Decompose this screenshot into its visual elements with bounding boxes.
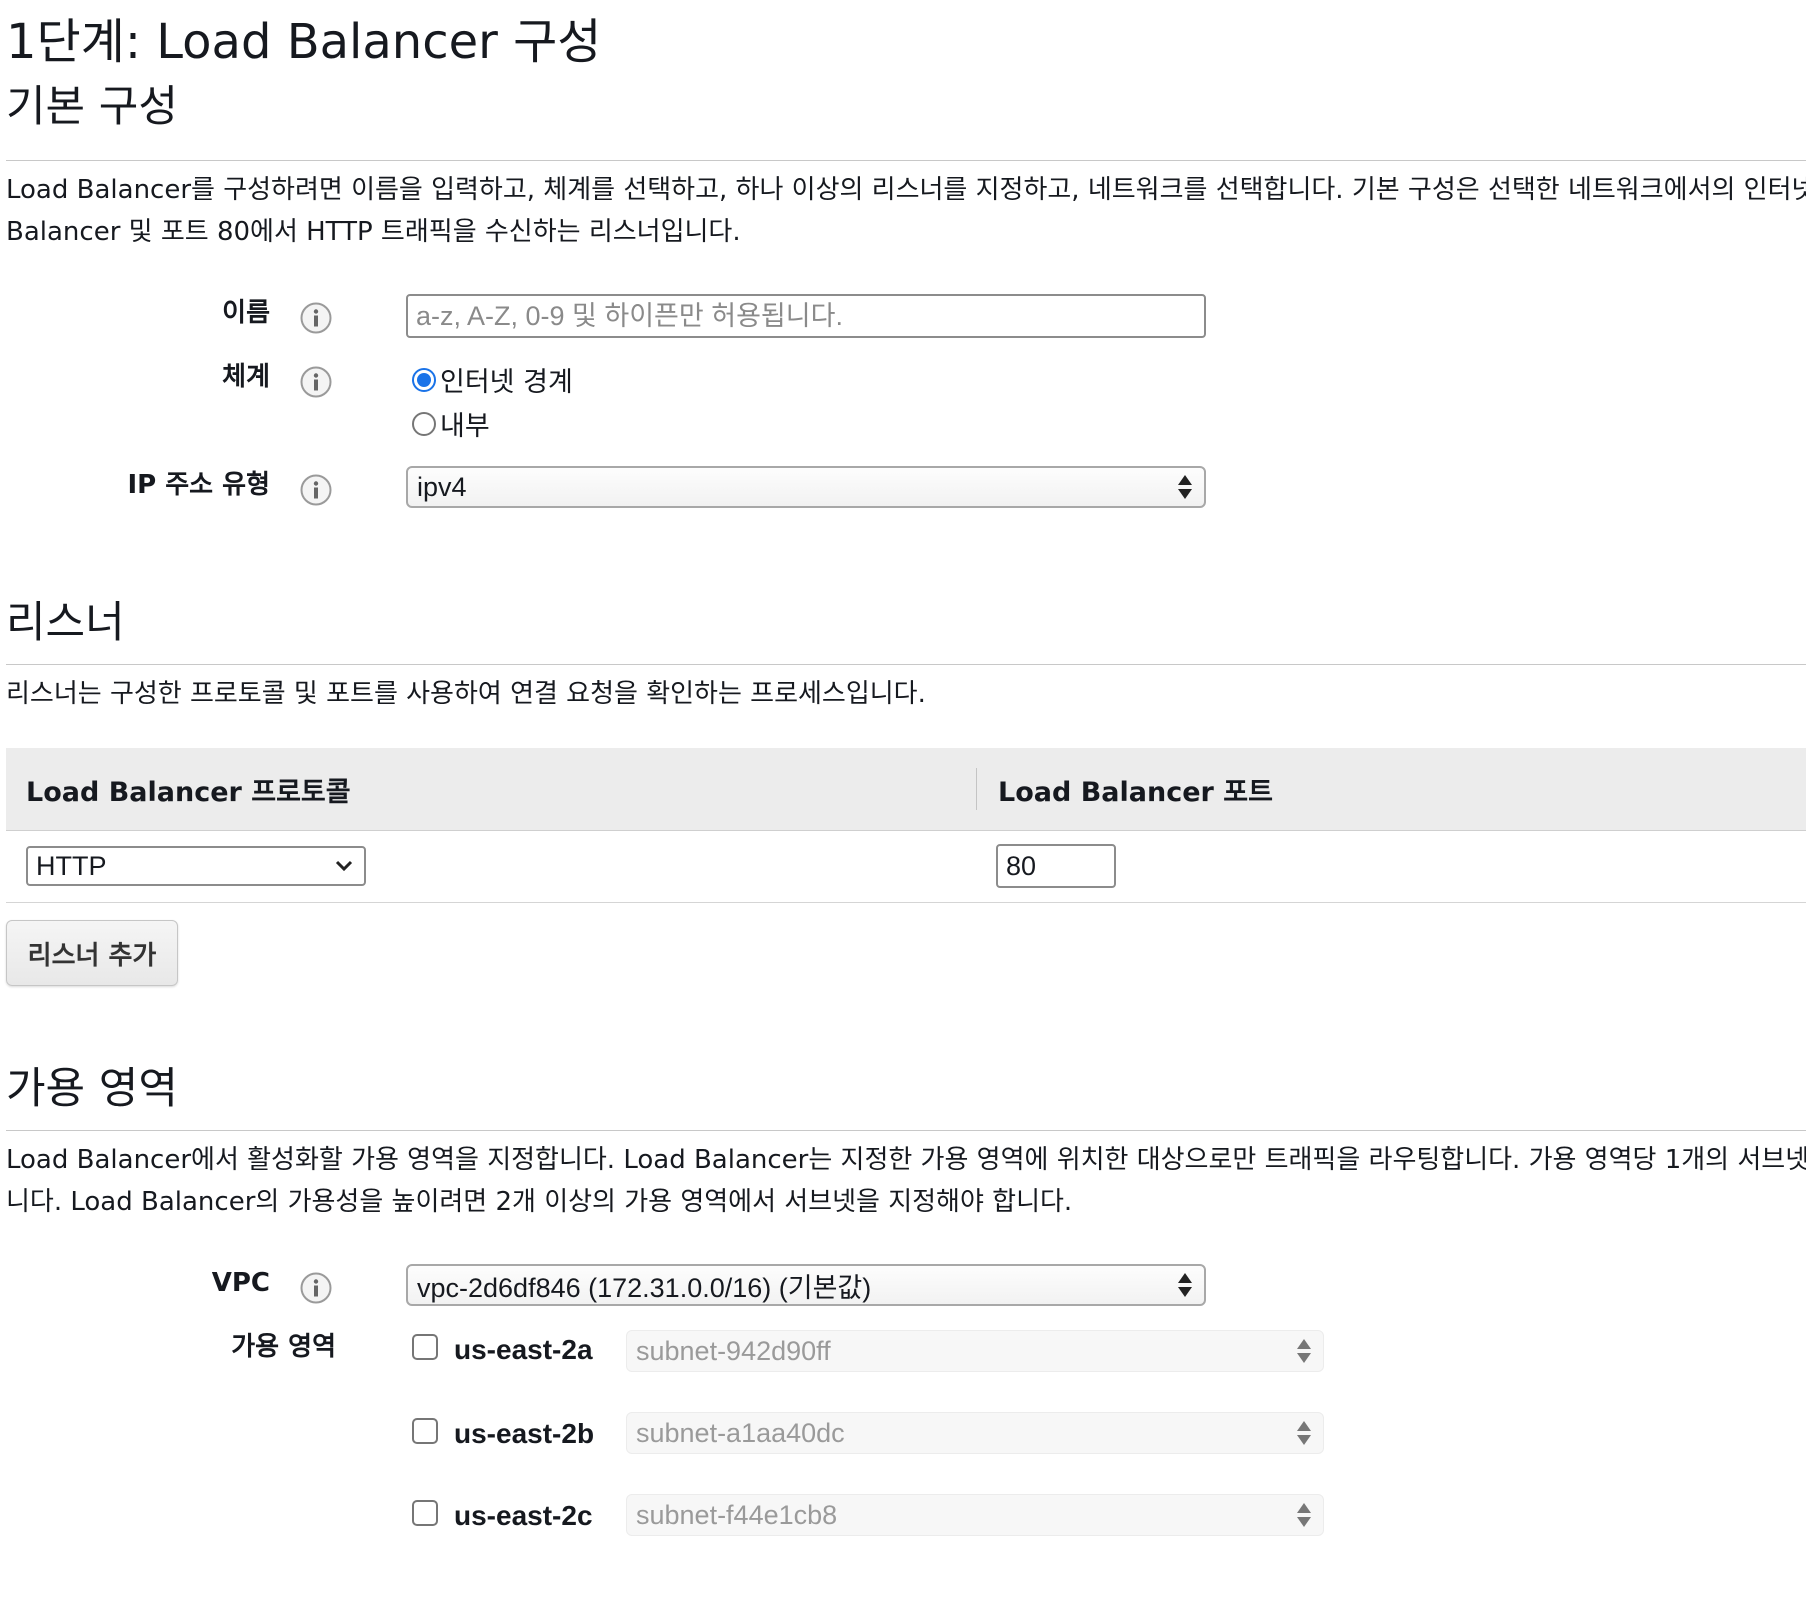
ip-address-type-value: ipv4 [417,471,467,502]
column-divider [976,768,977,810]
column-header-port: Load Balancer 포트 [998,776,1273,808]
divider [6,664,1806,665]
zone-checkbox-us-east-2b[interactable] [412,1418,438,1444]
protocol-select[interactable]: HTTP [26,846,366,886]
availability-zones-label: 가용 영역 [231,1332,336,1362]
scheme-option-label: 내부 [440,411,490,442]
zone-checkbox-us-east-2c[interactable] [412,1500,438,1526]
updown-arrows-icon [1297,1421,1311,1445]
subnet-select-us-east-2c[interactable]: subnet-f44e1cb8 [626,1494,1324,1536]
vpc-select[interactable]: vpc-2d6df846 (172.31.0.0/16) (기본값) [406,1264,1206,1306]
radio-button[interactable] [412,411,436,436]
basic-description-line1: Load Balancer를 구성하려면 이름을 입력하고, 체계를 선택하고,… [6,175,1806,205]
ip-address-type-select[interactable]: ipv4 [406,466,1206,508]
page-title: 1단계: Load Balancer 구성 [6,14,602,70]
ip-address-type-label: IP 주소 유형 [127,470,270,500]
zone-label: us-east-2c [454,1500,593,1531]
subnet-value: subnet-942d90ff [636,1335,831,1366]
name-label: 이름 [222,298,270,328]
zone-label: us-east-2b [454,1418,595,1449]
info-icon[interactable] [300,474,332,506]
vpc-value: vpc-2d6df846 (172.31.0.0/16) (기본값) [417,1272,872,1303]
zone-label: us-east-2a [454,1334,593,1365]
updown-arrows-icon [1297,1339,1311,1363]
subnet-select-us-east-2b[interactable]: subnet-a1aa40dc [626,1412,1324,1454]
updown-arrows-icon [1297,1503,1311,1527]
info-icon[interactable] [300,1272,332,1304]
listeners-table-header: Load Balancer 프로토콜 Load Balancer 포트 [6,748,1806,831]
name-input[interactable] [406,294,1206,338]
subnet-value: subnet-a1aa40dc [636,1417,845,1448]
info-icon[interactable] [300,302,332,334]
vpc-label: VPC [211,1268,270,1298]
updown-arrows-icon [1178,1273,1192,1297]
scheme-option-internal[interactable]: 내부 [412,404,490,443]
section-title-listeners: 리스너 [6,598,125,648]
section-title-basic: 기본 구성 [6,82,178,132]
basic-description-line2: Balancer 및 포트 80에서 HTTP 트래픽을 수신하는 리스너입니다… [6,217,741,247]
section-title-availability-zones: 가용 영역 [6,1064,178,1114]
az-description-line2: 니다. Load Balancer의 가용성을 높이려면 2개 이상의 가용 영… [6,1187,1073,1217]
scheme-label: 체계 [222,362,270,392]
updown-arrows-icon [1178,475,1192,499]
zone-checkbox-us-east-2a[interactable] [412,1334,438,1360]
divider [6,160,1806,161]
scheme-option-internet-facing[interactable]: 인터넷 경계 [412,360,573,399]
scheme-option-label: 인터넷 경계 [440,367,573,398]
column-header-protocol: Load Balancer 프로토콜 [26,776,351,808]
subnet-value: subnet-f44e1cb8 [636,1499,838,1530]
chevron-down-icon [335,860,353,872]
listeners-description: 리스너는 구성한 프로토콜 및 포트를 사용하여 연결 요청을 확인하는 프로세… [6,679,926,709]
subnet-select-us-east-2a[interactable]: subnet-942d90ff [626,1330,1324,1372]
port-input[interactable] [996,844,1116,888]
divider [6,1130,1806,1131]
protocol-value: HTTP [36,850,107,881]
az-description-line1: Load Balancer에서 활성화할 가용 영역을 지정합니다. Load … [6,1145,1806,1175]
add-listener-button[interactable]: 리스너 추가 [6,920,178,986]
info-icon[interactable] [300,366,332,398]
table-row-divider [6,902,1806,903]
radio-button-checked[interactable] [412,367,436,392]
